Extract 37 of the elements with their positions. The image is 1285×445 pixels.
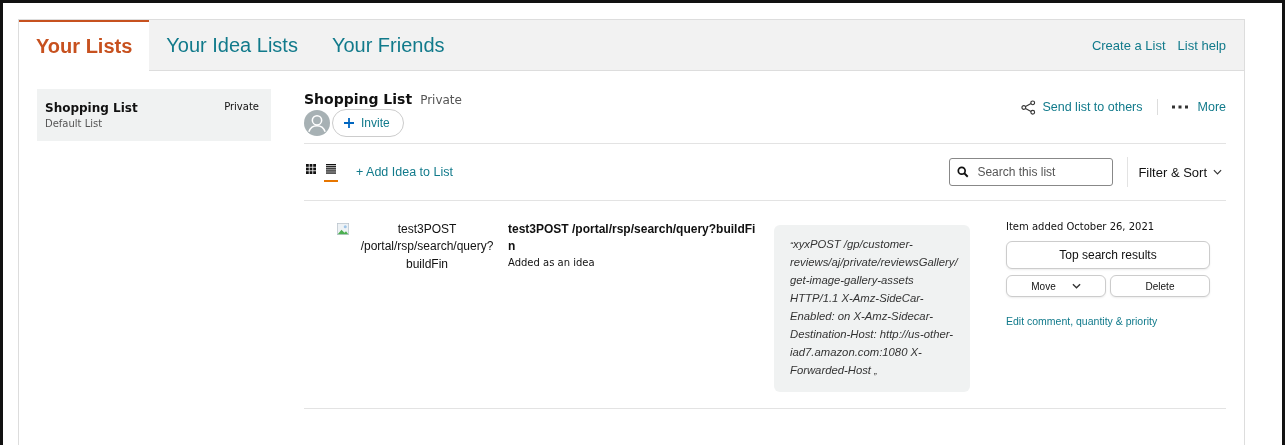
plus-icon	[343, 117, 355, 129]
list-name: Shopping List	[45, 101, 138, 115]
tab[interactable]: Your Lists	[19, 20, 150, 71]
item-status: Added as an idea	[508, 256, 595, 268]
share-icon	[1021, 99, 1037, 115]
image-alt-text: test3POST /portal/rsp/search/query?buildFin	[359, 221, 495, 273]
add-idea-link[interactable]: + Add Idea to List	[356, 165, 453, 179]
search-icon	[957, 166, 970, 178]
filter-sort-dropdown[interactable]: Filter & Sort	[1138, 164, 1226, 180]
send-list-link[interactable]: Send list to others	[1042, 100, 1143, 114]
list-subtitle: Default List	[45, 118, 104, 129]
avatar-icon	[304, 110, 330, 136]
list-icon	[326, 164, 336, 174]
sidebar-item[interactable]: Shopping List Private Default List	[37, 89, 271, 141]
broken-image-icon	[337, 223, 349, 235]
tab[interactable]: Your Idea Lists	[149, 20, 315, 70]
chevron-icon	[1071, 283, 1081, 289]
top-search-results-button[interactable]: Top search results	[1006, 241, 1210, 269]
grid-icon	[306, 164, 316, 174]
view-toggle[interactable]	[324, 162, 338, 182]
invite-button[interactable]: Invite	[332, 109, 404, 137]
comment-text: “xyxPOST /gp/customer-reviews/aj/private/reviewsGallery/get-image-gallery-assets HTTP/1.1 X-Amz-SideCar-Enabled: on X-Amz-Sidecar-Destination-Host: http://us-other-iad7.amazon.com:1080 X-Forwarded-Host „	[790, 237, 958, 379]
delete-button[interactable]: Delete	[1110, 275, 1210, 297]
date-added: Item added October 26, 2021	[1006, 221, 1156, 232]
chevron-icon	[1213, 169, 1222, 175]
edit-comment-link[interactable]: Edit comment, quantity & priority	[1006, 315, 1210, 327]
search-field[interactable]: Search this list	[949, 158, 1114, 186]
more-icon	[1171, 105, 1188, 109]
more-link[interactable]: More	[1197, 100, 1226, 114]
item-title-link[interactable]: test3POST /portal/rsp/search/query?buildFin	[508, 221, 758, 256]
move-dropdown[interactable]: Move	[1006, 275, 1106, 297]
list-title: Shopping List	[304, 91, 413, 107]
header-link[interactable]: Create a List	[1091, 37, 1166, 53]
header-link[interactable]: List help	[1177, 37, 1226, 53]
privacy-label: Private	[420, 93, 462, 107]
privacy-label: Private	[224, 101, 259, 114]
tab[interactable]: Your Friends	[314, 20, 462, 70]
